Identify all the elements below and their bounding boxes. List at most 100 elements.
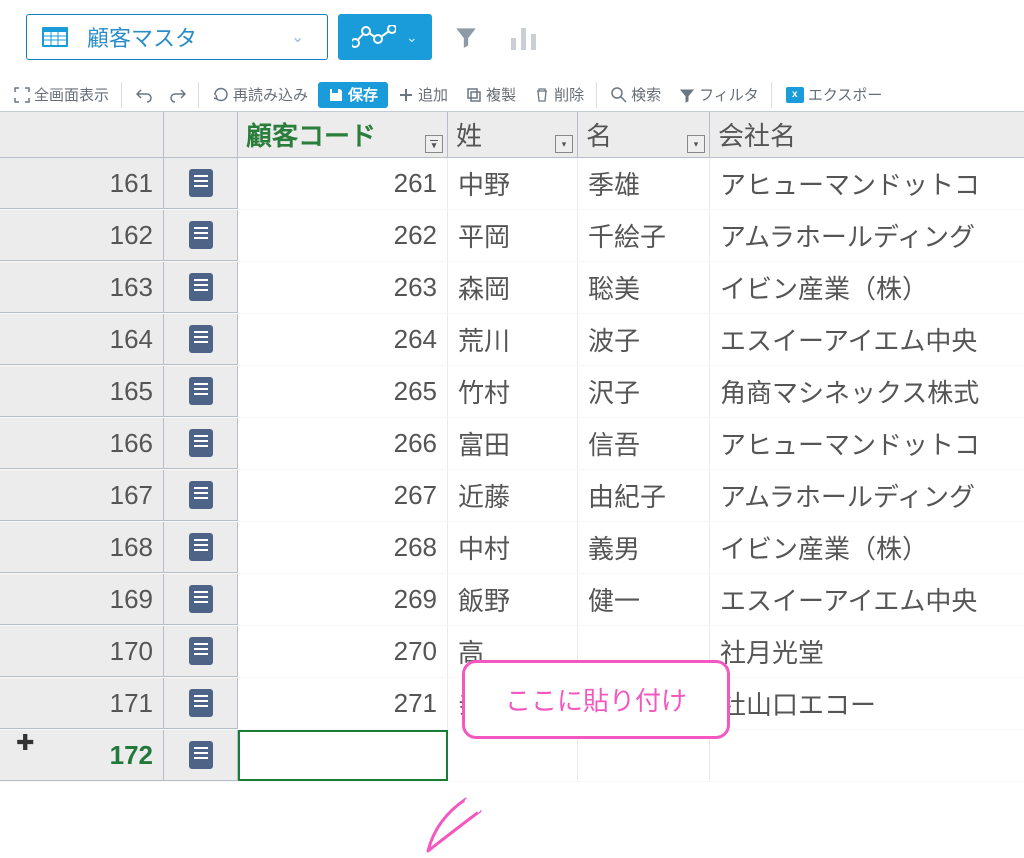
chart-icon-button[interactable] [500,14,548,60]
cell-code[interactable]: 269 [238,574,448,625]
reload-button[interactable]: 再読み込み [205,82,316,108]
cell-code[interactable]: 261 [238,158,448,209]
cell-code[interactable]: 265 [238,366,448,417]
add-row-icon[interactable]: ✚ [16,730,34,756]
cell-code[interactable]: 263 [238,262,448,313]
row-doc-button[interactable] [164,262,238,313]
cell-company[interactable]: アムラホールディング [710,210,1024,261]
row-doc-button[interactable] [164,678,238,729]
table-row[interactable]: 162 262平岡千絵子アムラホールディング [0,210,1024,262]
row-doc-button[interactable] [164,574,238,625]
row-number[interactable]: 164 [0,314,164,365]
cell-company[interactable]: エスイーアイエム中央 [710,314,1024,365]
table-row[interactable]: 168 268中村義男イビン産業（株） [0,522,1024,574]
row-number[interactable]: 165 [0,366,164,417]
table-selector[interactable]: 顧客マスタ ⌄ [26,14,328,60]
cell-company[interactable]: イビン産業（株） [710,522,1024,573]
table-row[interactable]: 165 265竹村沢子角商マシネックス株式 [0,366,1024,418]
table-row[interactable]: 161 261中野季雄アヒューマンドットコ [0,158,1024,210]
cell-code[interactable]: 271 [238,678,448,729]
cell-sei[interactable]: 飯野 [448,574,578,625]
cell-company[interactable]: 角商マシネックス株式 [710,366,1024,417]
cell-code[interactable]: 264 [238,314,448,365]
row-doc-button[interactable] [164,626,238,677]
row-number[interactable]: 168 [0,522,164,573]
cell-company[interactable]: 社山口エコー [710,678,1024,729]
header-company[interactable]: 会社名 [710,112,1024,157]
fullscreen-button[interactable]: 全画面表示 [6,82,122,108]
row-doc-button[interactable] [164,418,238,469]
filter-button[interactable]: フィルタ [671,82,772,108]
cell-sei[interactable]: 荒川 [448,314,578,365]
table-row[interactable]: 169 269飯野健一エスイーアイエム中央 [0,574,1024,626]
dropdown-icon[interactable]: ▾ [687,135,705,153]
cell-sei[interactable]: 中村 [448,522,578,573]
row-number[interactable]: 169 [0,574,164,625]
row-doc-button[interactable] [164,158,238,209]
graph-button[interactable]: ⌄ [338,14,432,60]
sort-icon[interactable] [425,135,443,153]
table-row[interactable]: 167 267近藤由紀子アムラホールディング [0,470,1024,522]
cell-company[interactable]: アヒューマンドットコ [710,158,1024,209]
cell-sei[interactable]: 近藤 [448,470,578,521]
cell-sei[interactable]: 森岡 [448,262,578,313]
cell-code-active[interactable] [238,730,448,781]
document-icon [189,429,213,457]
cell-company[interactable]: アヒューマンドットコ [710,418,1024,469]
redo-button[interactable] [162,82,199,108]
dropdown-icon[interactable]: ▾ [555,135,573,153]
cell-company[interactable]: アムラホールディング [710,470,1024,521]
cell-mei[interactable]: 由紀子 [578,470,710,521]
cell-code[interactable]: 267 [238,470,448,521]
header-doc[interactable] [164,112,238,157]
cell-company[interactable]: イビン産業（株） [710,262,1024,313]
row-doc-button[interactable] [164,314,238,365]
row-doc-button[interactable] [164,730,238,781]
duplicate-button[interactable]: 複製 [458,82,524,108]
cell-company[interactable]: 社月光堂 [710,626,1024,677]
filter-icon-button[interactable] [442,14,490,60]
row-doc-button[interactable] [164,470,238,521]
row-number[interactable]: 170 [0,626,164,677]
export-button[interactable]: xエクスポー [778,82,891,108]
cell-mei[interactable]: 千絵子 [578,210,710,261]
table-row[interactable]: 163 263森岡聡美イビン産業（株） [0,262,1024,314]
row-number[interactable]: 163 [0,262,164,313]
cell-code[interactable]: 268 [238,522,448,573]
cell-sei[interactable]: 竹村 [448,366,578,417]
cell-code[interactable]: 266 [238,418,448,469]
row-number[interactable]: 167 [0,470,164,521]
cell-mei[interactable]: 波子 [578,314,710,365]
add-button[interactable]: 追加 [390,82,456,108]
cell-mei[interactable]: 聡美 [578,262,710,313]
undo-button[interactable] [128,82,160,108]
cell-sei[interactable]: 富田 [448,418,578,469]
header-code[interactable]: 顧客コード [238,112,448,157]
cell-mei[interactable]: 沢子 [578,366,710,417]
row-number[interactable]: 161 [0,158,164,209]
row-doc-button[interactable] [164,366,238,417]
cell-company[interactable]: エスイーアイエム中央 [710,574,1024,625]
cell-mei[interactable]: 季雄 [578,158,710,209]
cell-mei[interactable]: 健一 [578,574,710,625]
cell-mei[interactable]: 義男 [578,522,710,573]
table-row[interactable]: 166 266富田信吾アヒューマンドットコ [0,418,1024,470]
header-rownum[interactable] [0,112,164,157]
save-button[interactable]: 保存 [318,82,388,108]
cell-sei[interactable]: 中野 [448,158,578,209]
cell-code[interactable]: 262 [238,210,448,261]
cell-mei[interactable]: 信吾 [578,418,710,469]
cell-sei[interactable]: 平岡 [448,210,578,261]
header-mei[interactable]: 名▾ [578,112,710,157]
table-row[interactable]: 164 264荒川波子エスイーアイエム中央 [0,314,1024,366]
row-doc-button[interactable] [164,210,238,261]
search-button[interactable]: 検索 [603,82,669,108]
row-number[interactable]: 171 [0,678,164,729]
row-doc-button[interactable] [164,522,238,573]
row-number[interactable]: 166 [0,418,164,469]
row-number[interactable]: 162 [0,210,164,261]
cell-code[interactable]: 270 [238,626,448,677]
cell-company[interactable] [710,730,1024,781]
delete-button[interactable]: 削除 [526,82,597,108]
header-sei[interactable]: 姓▾ [448,112,578,157]
